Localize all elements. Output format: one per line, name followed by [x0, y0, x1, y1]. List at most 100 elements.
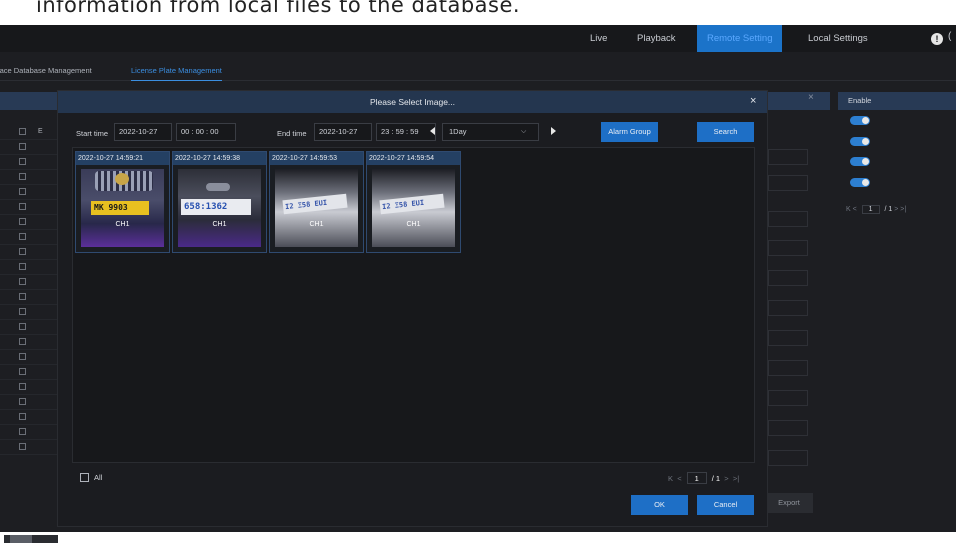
start-time-label: Start time	[76, 129, 109, 138]
top-navigation: Live Playback Remote Setting Local Setti…	[0, 25, 956, 52]
enable-toggle[interactable]	[850, 137, 870, 146]
bg-cell	[768, 300, 808, 316]
cancel-button[interactable]: Cancel	[697, 495, 754, 515]
row-checkbox[interactable]	[19, 158, 26, 165]
scrollbar-thumb[interactable]	[10, 535, 32, 543]
dialog-title: Please Select Image...	[369, 97, 456, 107]
table-row	[0, 185, 60, 200]
row-checkbox[interactable]	[19, 368, 26, 375]
select-all-label: All	[94, 473, 103, 482]
row-checkbox[interactable]	[19, 383, 26, 390]
bg-cell	[768, 360, 808, 376]
table-row	[0, 230, 60, 245]
row-checkbox[interactable]	[19, 398, 26, 405]
prev-page-icon[interactable]: <	[677, 474, 681, 483]
image-thumbnail[interactable]: 2022-10-27 14:59:53 I2 Ξ58 EUI CH1	[269, 151, 364, 253]
nav-local-settings[interactable]: Local Settings	[808, 25, 868, 52]
image-thumbnail[interactable]: 2022-10-27 14:59:21 MK 9903 CH1	[75, 151, 170, 253]
plate-image: I2 Ξ58 EUI	[372, 169, 455, 247]
info-icon[interactable]: !	[931, 33, 943, 45]
image-thumbnail[interactable]: 2022-10-27 14:59:38 658:1362 CH1	[172, 151, 267, 253]
table-row	[0, 290, 60, 305]
enable-column-header: Enable	[838, 92, 956, 110]
toggle-knob	[862, 117, 869, 124]
right-pager-current[interactable]: 1	[861, 205, 880, 214]
table-row	[0, 245, 60, 260]
end-time-field[interactable]: 23 : 59 : 59	[376, 123, 436, 141]
nav-live[interactable]: Live	[590, 25, 607, 52]
export-button[interactable]: Export	[765, 493, 813, 513]
close-icon[interactable]: ×	[750, 95, 756, 107]
row-checkbox[interactable]	[19, 278, 26, 285]
bg-cell	[768, 211, 808, 227]
row-checkbox[interactable]	[19, 143, 26, 150]
table-row	[0, 275, 60, 290]
enable-toggle[interactable]	[850, 116, 870, 125]
row-checkbox[interactable]	[19, 323, 26, 330]
plate-image: MK 9903	[81, 169, 164, 247]
enable-toggle[interactable]	[850, 157, 870, 166]
nav-playback[interactable]: Playback	[637, 25, 676, 52]
next-period-icon[interactable]	[551, 127, 556, 135]
channel-label: CH1	[115, 221, 130, 228]
table-row	[0, 380, 60, 395]
table-row	[0, 260, 60, 275]
table-row	[0, 365, 60, 380]
table-row	[0, 155, 60, 170]
start-time-field[interactable]: 00 : 00 : 00	[176, 123, 236, 141]
horizontal-scrollbar[interactable]	[4, 535, 58, 543]
next-page-icon[interactable]: >	[724, 474, 728, 483]
search-button[interactable]: Search	[697, 122, 754, 142]
bg-close-icon[interactable]: ×	[808, 92, 814, 103]
row-checkbox[interactable]	[19, 353, 26, 360]
period-value: 1Day	[449, 127, 467, 136]
period-select[interactable]: 1Day ⌵	[442, 123, 539, 141]
table-row	[0, 320, 60, 335]
table-row	[0, 395, 60, 410]
row-checkbox[interactable]	[19, 248, 26, 255]
alarm-group-button[interactable]: Alarm Group	[601, 122, 658, 142]
ok-button[interactable]: OK	[631, 495, 688, 515]
page-number-input[interactable]: 1	[686, 472, 707, 484]
row-checkbox[interactable]	[19, 293, 26, 300]
row-checkbox[interactable]	[19, 308, 26, 315]
bg-cell	[768, 240, 808, 256]
start-date-field[interactable]: 2022-10-27	[114, 123, 172, 141]
tab-license-plate[interactable]: License Plate Management	[131, 61, 222, 81]
tab-face-database-label: Face Database Management	[0, 66, 92, 75]
bg-cell	[768, 270, 808, 286]
toggle-knob	[862, 138, 869, 145]
row-checkbox[interactable]	[19, 128, 26, 135]
row-checkbox[interactable]	[19, 173, 26, 180]
row-checkbox[interactable]	[19, 218, 26, 225]
right-pager-next[interactable]: > >|	[894, 206, 906, 213]
toggle-knob	[862, 158, 869, 165]
prev-period-icon[interactable]	[430, 127, 435, 135]
thumbnail-timestamp: 2022-10-27 14:59:38	[173, 152, 266, 165]
table-row	[0, 425, 60, 440]
bg-cell	[768, 450, 808, 466]
row-checkbox[interactable]	[19, 428, 26, 435]
image-thumbnail[interactable]: 2022-10-27 14:59:54 I2 Ξ58 EUI CH1	[366, 151, 461, 253]
tab-face-database[interactable]: Face Database Management	[0, 61, 110, 81]
row-checkbox[interactable]	[19, 203, 26, 210]
right-pager-prev[interactable]: K <	[846, 206, 857, 213]
row-checkbox[interactable]	[19, 263, 26, 270]
nav-remote-setting[interactable]: Remote Setting	[697, 25, 783, 52]
table-row	[0, 215, 60, 230]
table-row	[0, 350, 60, 365]
end-date-field[interactable]: 2022-10-27	[314, 123, 372, 141]
dialog-titlebar: Please Select Image... ×	[58, 91, 767, 113]
table-row	[0, 305, 60, 320]
right-pager: K < 1 / 1 > >|	[846, 205, 906, 214]
row-checkbox[interactable]	[19, 443, 26, 450]
row-checkbox[interactable]	[19, 188, 26, 195]
first-page-icon[interactable]: K	[668, 474, 673, 483]
enable-header-label: Enable	[848, 96, 872, 105]
last-page-icon[interactable]: >|	[733, 474, 739, 483]
select-all-checkbox[interactable]	[80, 473, 89, 482]
row-checkbox[interactable]	[19, 338, 26, 345]
row-checkbox[interactable]	[19, 413, 26, 420]
row-checkbox[interactable]	[19, 233, 26, 240]
enable-toggle[interactable]	[850, 178, 870, 187]
